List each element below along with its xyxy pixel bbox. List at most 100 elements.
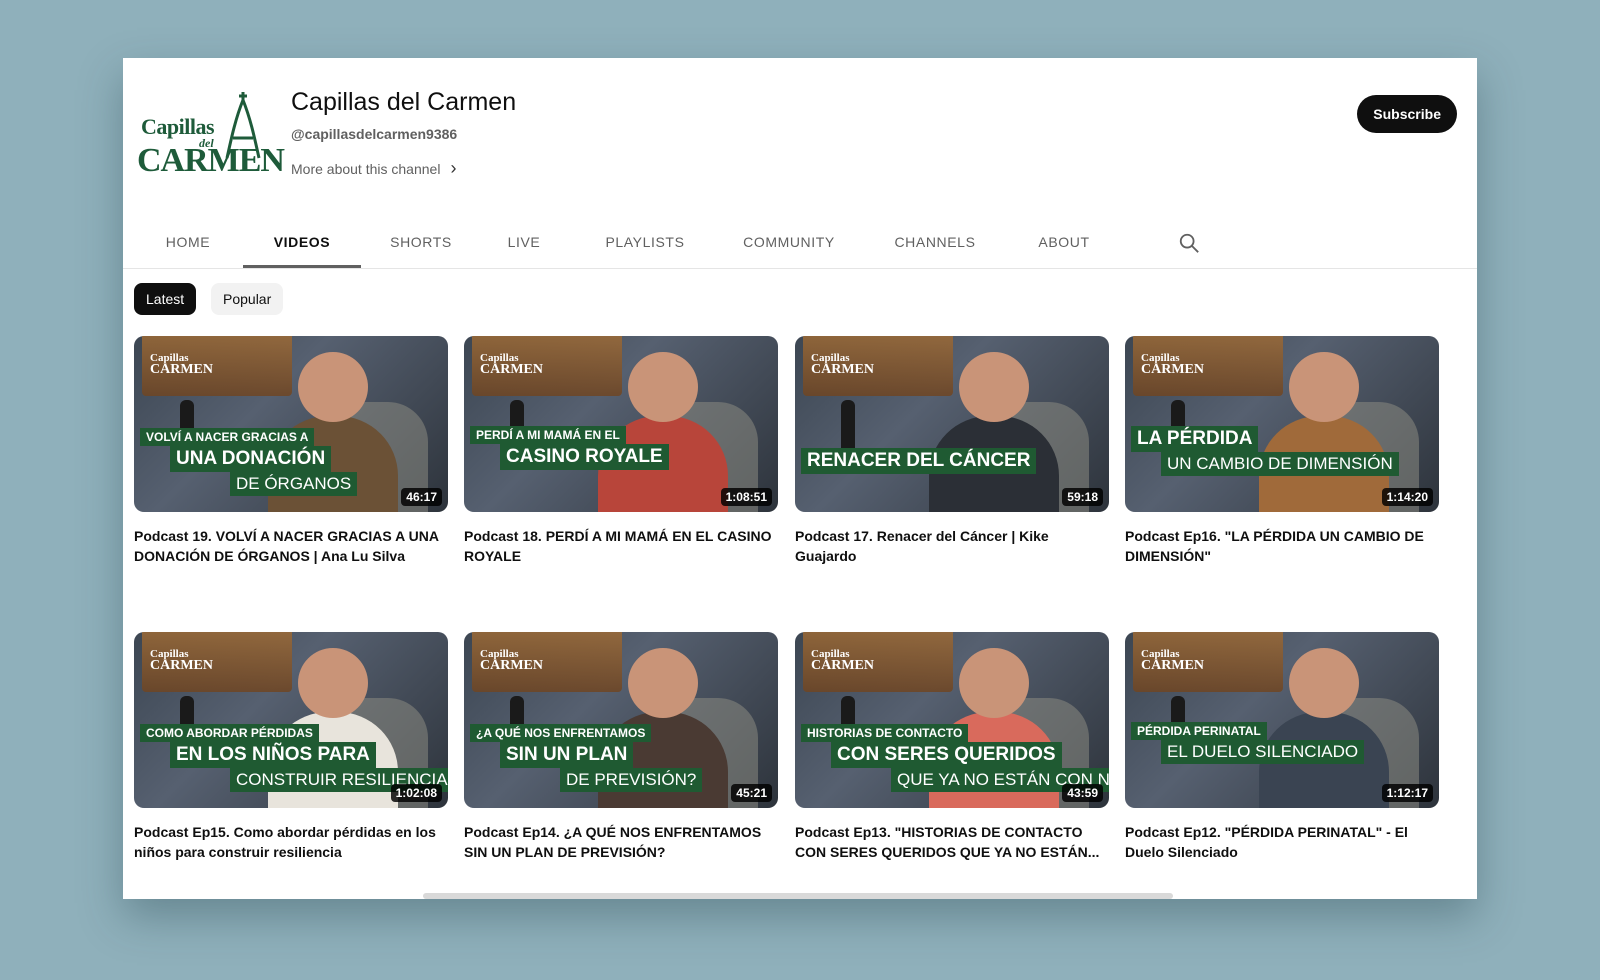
video-duration: 1:08:51 xyxy=(720,488,772,506)
chapel-arch-icon xyxy=(225,92,261,159)
watermark-carmen: CARMEN xyxy=(1141,658,1204,674)
thumbnail-watermark: Capillas CARMEN xyxy=(1141,646,1204,673)
video-card[interactable]: Capillas CARMEN PÉRDIDA PERINATAL EL DUELO … xyxy=(1125,632,1439,862)
caption-line: EN LOS NIÑOS PARA xyxy=(170,742,376,768)
caption-line: PÉRDIDA PERINATAL xyxy=(1131,722,1267,740)
video-title[interactable]: Podcast 17. Renacer del Cáncer | Kike Gu… xyxy=(795,526,1109,566)
video-duration: 1:02:08 xyxy=(390,784,442,802)
chip-popular[interactable]: Popular xyxy=(211,283,284,315)
thumbnail-caption: HISTORIAS DE CONTACTO CON SERES QUERIDOS Q… xyxy=(801,724,1109,792)
tab-about[interactable]: ABOUT xyxy=(1019,216,1109,268)
guest-head xyxy=(628,648,698,718)
caption-line: SIN UN PLAN xyxy=(500,742,634,768)
chip-latest[interactable]: Latest xyxy=(134,283,197,315)
thumbnail-watermark: Capillas CARMEN xyxy=(1141,350,1204,377)
video-thumbnail[interactable]: Capillas CARMEN HISTORIAS DE CONTACTO CON S… xyxy=(795,632,1109,808)
tab-live[interactable]: LIVE xyxy=(489,216,559,268)
guest-head xyxy=(959,648,1029,718)
watermark-carmen: CARMEN xyxy=(1141,362,1204,378)
thumbnail-caption: COMO ABORDAR PÉRDIDAS EN LOS NIÑOS PARA CO… xyxy=(140,724,448,792)
caption-line: CASINO ROYALE xyxy=(500,444,669,470)
thumbnail-watermark: Capillas CARMEN xyxy=(811,646,874,673)
video-duration: 43:59 xyxy=(1062,784,1103,802)
video-thumbnail[interactable]: Capillas CARMEN COMO ABORDAR PÉRDIDAS EN LO… xyxy=(134,632,448,808)
search-icon[interactable] xyxy=(1178,232,1200,254)
chevron-right-icon: › xyxy=(450,158,457,178)
caption-line: EL DUELO SILENCIADO xyxy=(1161,740,1365,764)
watermark-carmen: CARMEN xyxy=(480,658,543,674)
caption-line: UNA DONACIÓN xyxy=(170,446,332,472)
guest-head xyxy=(959,352,1029,422)
video-card[interactable]: Capillas CARMEN HISTORIAS DE CONTACTO CON S… xyxy=(795,632,1109,862)
video-card[interactable]: Capillas CARMEN PERDÍ A MI MAMÁ EN EL CASIN… xyxy=(464,336,778,566)
channel-page: Capillas del CARMEN Capillas del Carmen … xyxy=(123,58,1477,899)
video-card[interactable]: Capillas CARMEN RENACER DEL CÁNCER 59:18 Pod… xyxy=(795,336,1109,566)
video-title[interactable]: Podcast Ep12. "PÉRDIDA PERINATAL" - El D… xyxy=(1125,822,1439,862)
caption-line: DE ÓRGANOS xyxy=(230,472,358,496)
video-title[interactable]: Podcast 18. PERDÍ A MI MAMÁ EN EL CASINO… xyxy=(464,526,778,566)
tab-playlists[interactable]: PLAYLISTS xyxy=(589,216,701,268)
watermark-carmen: CARMEN xyxy=(811,658,874,674)
video-duration: 45:21 xyxy=(731,784,772,802)
thumbnail-caption: PERDÍ A MI MAMÁ EN EL CASINO ROYALE xyxy=(470,426,669,470)
video-card[interactable]: Capillas CARMEN LA PÉRDIDA UN CAMBIO DE DIM… xyxy=(1125,336,1439,566)
video-duration: 59:18 xyxy=(1062,488,1103,506)
thumbnail-watermark: Capillas CARMEN xyxy=(150,350,213,377)
tab-shorts[interactable]: SHORTS xyxy=(373,216,469,268)
guest-head xyxy=(1289,352,1359,422)
channel-name: Capillas del Carmen xyxy=(291,88,517,116)
channel-handle: @capillasdelcarmen9386 xyxy=(291,126,458,142)
tab-home[interactable]: HOME xyxy=(147,216,229,268)
caption-line: CON SERES QUERIDOS xyxy=(831,742,1062,768)
caption-line: DE PREVISIÓN? xyxy=(560,768,703,792)
caption-line: RENACER DEL CÁNCER xyxy=(801,448,1037,474)
video-card[interactable]: Capillas CARMEN ¿A QUÉ NOS ENFRENTAMOS SIN … xyxy=(464,632,778,862)
caption-line: PERDÍ A MI MAMÁ EN EL xyxy=(470,426,626,444)
video-card[interactable]: Capillas CARMEN COMO ABORDAR PÉRDIDAS EN LO… xyxy=(134,632,448,862)
video-duration: 46:17 xyxy=(401,488,442,506)
video-title[interactable]: Podcast Ep16. "LA PÉRDIDA UN CAMBIO DE D… xyxy=(1125,526,1439,566)
thumbnail-caption: ¿A QUÉ NOS ENFRENTAMOS SIN UN PLAN DE PREV… xyxy=(470,724,703,792)
video-thumbnail[interactable]: Capillas CARMEN PÉRDIDA PERINATAL EL DUELO … xyxy=(1125,632,1439,808)
video-thumbnail[interactable]: Capillas CARMEN ¿A QUÉ NOS ENFRENTAMOS SIN … xyxy=(464,632,778,808)
more-about-label: More about this channel xyxy=(291,160,441,177)
guest-head xyxy=(298,352,368,422)
thumbnail-caption: PÉRDIDA PERINATAL EL DUELO SILENCIADO xyxy=(1131,722,1365,764)
watermark-carmen: CARMEN xyxy=(150,362,213,378)
caption-line: LA PÉRDIDA xyxy=(1131,426,1259,452)
tab-channels[interactable]: CHANNELS xyxy=(879,216,991,268)
thumbnail-watermark: Capillas CARMEN xyxy=(150,646,213,673)
horizontal-scrollbar[interactable] xyxy=(423,893,1173,899)
thumbnail-watermark: Capillas CARMEN xyxy=(480,350,543,377)
video-title[interactable]: Podcast Ep15. Como abordar pérdidas en l… xyxy=(134,822,448,862)
video-card[interactable]: Capillas CARMEN VOLVÍ A NACER GRACIAS A UNA… xyxy=(134,336,448,566)
thumbnail-watermark: Capillas CARMEN xyxy=(811,350,874,377)
tab-videos[interactable]: VIDEOS xyxy=(243,216,361,268)
watermark-carmen: CARMEN xyxy=(811,362,874,378)
caption-line: HISTORIAS DE CONTACTO xyxy=(801,724,969,742)
tab-community[interactable]: COMMUNITY xyxy=(727,216,851,268)
more-about-link[interactable]: More about this channel › xyxy=(291,158,456,179)
caption-line: UN CAMBIO DE DIMENSIÓN xyxy=(1161,452,1399,476)
video-thumbnail[interactable]: Capillas CARMEN PERDÍ A MI MAMÁ EN EL CASIN… xyxy=(464,336,778,512)
video-title[interactable]: Podcast Ep14. ¿A QUÉ NOS ENFRENTAMOS SIN… xyxy=(464,822,778,862)
watermark-carmen: CARMEN xyxy=(480,362,543,378)
thumbnail-caption: VOLVÍ A NACER GRACIAS A UNA DONACIÓN DE ÓR… xyxy=(140,428,358,496)
watermark-carmen: CARMEN xyxy=(150,658,213,674)
guest-head xyxy=(1289,648,1359,718)
video-thumbnail[interactable]: Capillas CARMEN RENACER DEL CÁNCER 59:18 xyxy=(795,336,1109,512)
video-duration: 1:14:20 xyxy=(1381,488,1433,506)
channel-tabs: HOME VIDEOS SHORTS LIVE PLAYLISTS COMMUN… xyxy=(123,216,1477,269)
caption-line: VOLVÍ A NACER GRACIAS A xyxy=(140,428,315,446)
video-duration: 1:12:17 xyxy=(1381,784,1433,802)
video-title[interactable]: Podcast 19. VOLVÍ A NACER GRACIAS A UNA … xyxy=(134,526,448,566)
video-thumbnail[interactable]: Capillas CARMEN VOLVÍ A NACER GRACIAS A UNA… xyxy=(134,336,448,512)
video-title[interactable]: Podcast Ep13. "HISTORIAS DE CONTACTO CON… xyxy=(795,822,1109,862)
thumbnail-caption: LA PÉRDIDA UN CAMBIO DE DIMENSIÓN xyxy=(1131,426,1399,476)
video-thumbnail[interactable]: Capillas CARMEN LA PÉRDIDA UN CAMBIO DE DIM… xyxy=(1125,336,1439,512)
subscribe-button[interactable]: Subscribe xyxy=(1357,95,1457,133)
caption-line: ¿A QUÉ NOS ENFRENTAMOS xyxy=(470,724,652,742)
channel-logo[interactable]: Capillas del CARMEN xyxy=(137,90,285,179)
thumbnail-caption: RENACER DEL CÁNCER xyxy=(801,448,1037,474)
guest-head xyxy=(628,352,698,422)
